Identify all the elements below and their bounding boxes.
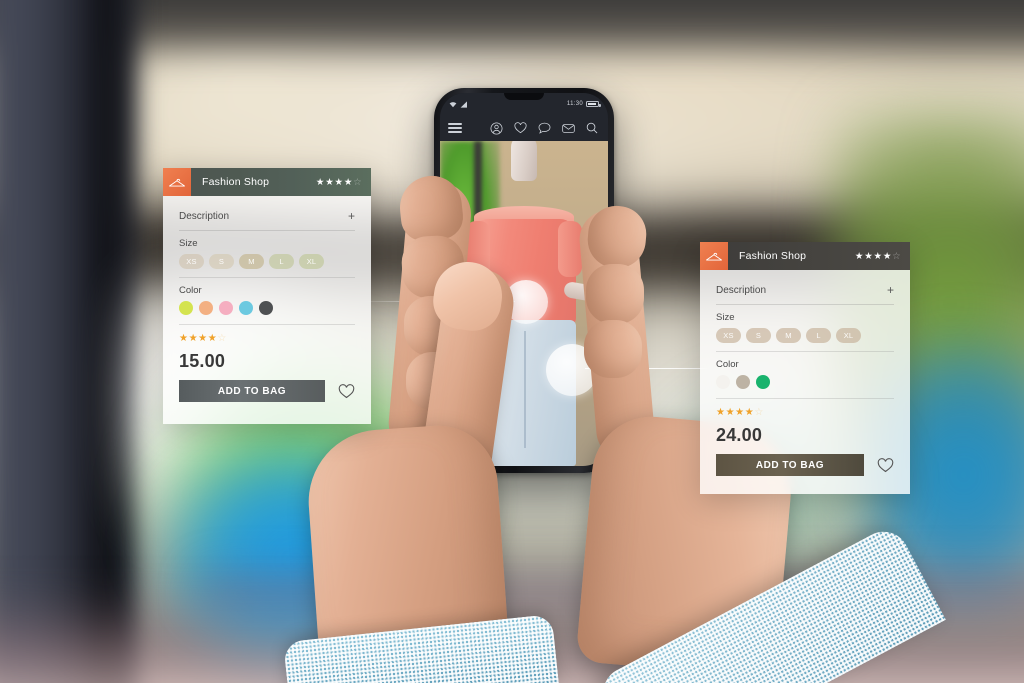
add-to-bag-button[interactable]: ADD TO BAG [179,380,325,402]
size-option-xs[interactable]: XS [716,328,741,343]
tshirt-sleeve-right [558,221,582,277]
color-swatch-3[interactable] [219,301,233,315]
color-swatch-3[interactable] [756,375,770,389]
size-option-l[interactable]: L [806,328,831,343]
size-option-xl[interactable]: XL [299,254,324,269]
search-icon[interactable] [586,122,598,134]
size-label: Size [716,312,735,323]
product-rating-stars: ★★★★☆ [179,333,227,344]
color-swatch-5[interactable] [259,301,273,315]
description-label: Description [179,210,230,222]
product-rating-stars: ★★★★☆ [716,407,764,418]
product-price: 15.00 [179,351,226,371]
product-card-right[interactable]: Fashion Shop ★ ★ ★ ★ ☆ Description + Size XS… [700,242,910,494]
clothes-hanger-icon [163,168,191,196]
card-header: Fashion Shop ★ ★ ★ ★ ☆ [163,168,371,196]
size-option-xs[interactable]: XS [179,254,204,269]
shop-name: Fashion Shop [202,176,270,188]
size-option-xl[interactable]: XL [836,328,861,343]
color-swatch-2[interactable] [736,375,750,389]
color-swatch-4[interactable] [239,301,253,315]
add-to-bag-button[interactable]: ADD TO BAG [716,454,864,476]
account-icon[interactable] [490,122,503,135]
size-options[interactable]: XS S M L XL [716,328,894,352]
shop-name: Fashion Shop [739,250,807,262]
app-nav-bar [440,115,608,141]
heart-outline-icon[interactable] [338,383,355,399]
mannequin-neck [511,141,537,181]
phone-notch [504,93,544,100]
size-option-l[interactable]: L [269,254,294,269]
size-option-s[interactable]: S [746,328,771,343]
ceiling-band [0,0,1024,50]
status-time: 11:30 [566,101,583,107]
description-row[interactable]: Description + [179,210,355,231]
battery-icon [586,101,601,107]
tshirt-sleeve-left [466,221,490,277]
expand-description-button[interactable]: + [887,284,894,296]
heart-icon[interactable] [514,122,527,134]
ar-dot-bottom[interactable] [546,344,598,396]
header-rating-stars: ★ ★ ★ ★ ☆ [854,250,901,262]
product-card-left[interactable]: Fashion Shop ★ ★ ★ ★ ☆ Description + Size XS… [163,168,371,424]
chat-icon[interactable] [538,122,551,134]
card-header: Fashion Shop ★ ★ ★ ★ ☆ [700,242,910,270]
color-options[interactable] [179,301,355,325]
header-rating-stars: ★ ★ ★ ★ ☆ [315,176,362,188]
color-options[interactable] [716,375,894,399]
clothes-hanger-icon [700,242,728,270]
size-option-m[interactable]: M [239,254,264,269]
expand-description-button[interactable]: + [348,210,355,222]
signal-bars-icon [460,95,468,113]
size-option-m[interactable]: M [776,328,801,343]
mail-icon[interactable] [562,123,575,134]
color-swatch-1[interactable] [179,301,193,315]
wifi-icon [449,95,457,113]
floor-foreground [0,593,1024,683]
product-price: 24.00 [716,425,763,445]
heart-outline-icon[interactable] [877,457,894,473]
hamburger-menu-icon[interactable] [448,123,462,133]
ar-dot-top[interactable] [504,280,548,324]
color-label: Color [179,285,202,296]
color-swatch-2[interactable] [199,301,213,315]
ar-connector-line-left [365,301,515,302]
size-option-s[interactable]: S [209,254,234,269]
size-options[interactable]: XS S M L XL [179,254,355,278]
description-row[interactable]: Description + [716,284,894,305]
color-swatch-1[interactable] [716,375,730,389]
description-label: Description [716,284,767,296]
color-label: Color [716,359,739,370]
size-label: Size [179,238,198,249]
